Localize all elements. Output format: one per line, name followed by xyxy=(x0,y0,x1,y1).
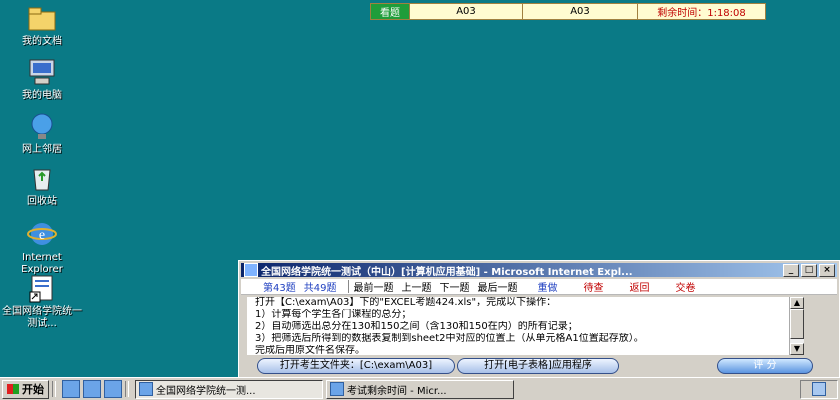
desktop-icon-label: 全国网络学院统一测试... xyxy=(2,306,82,329)
desktop-icon-label: 回收站 xyxy=(27,196,57,207)
scroll-down-arrow-icon[interactable]: ▼ xyxy=(790,343,804,355)
desktop-icon-my-documents[interactable]: 我的文档 xyxy=(2,2,82,48)
ie-icon: e xyxy=(26,218,58,250)
svg-text:e: e xyxy=(39,228,45,243)
score-button[interactable]: 评 分 xyxy=(717,358,813,374)
shortcut-icon xyxy=(26,272,58,304)
desktop-icon-internet-explorer[interactable]: e Internet Explorer xyxy=(2,218,82,276)
remaining-time: 剩余时间：1:18:08 xyxy=(657,8,746,19)
first-question-link[interactable]: 最前一题 xyxy=(353,279,393,294)
desktop-icon-exam-shortcut[interactable]: 全国网络学院统一测试... xyxy=(2,272,82,330)
view-mode-badge[interactable]: 看题 xyxy=(371,4,410,19)
start-button[interactable]: 开始 xyxy=(2,379,49,399)
taskbar-item-exam[interactable]: 全国网络学院统一测... xyxy=(135,379,323,399)
exam-id-field: A03 xyxy=(410,4,523,19)
desktop-icon-my-computer[interactable]: 我的电脑 xyxy=(2,56,82,102)
ie-window-icon xyxy=(244,263,258,277)
question-line: 1）计算每个学生各门课程的总分； xyxy=(255,309,412,320)
taskbar-item-timer[interactable]: 考试剩余时间 - Micr... xyxy=(326,379,514,399)
scroll-thumb[interactable] xyxy=(790,309,804,339)
next-question-link[interactable]: 下一题 xyxy=(439,279,469,294)
quicklaunch-explorer-icon[interactable] xyxy=(83,380,101,398)
prev-question-link[interactable]: 上一题 xyxy=(401,279,431,294)
ie-taskbar-icon xyxy=(330,382,344,396)
current-question-label: 第43题 xyxy=(263,283,296,294)
desktop-icon-label: 我的文档 xyxy=(22,36,62,47)
question-line: 2）自动筛选出总分在130和150之间（含130和150在内）的所有记录； xyxy=(255,321,578,332)
network-icon xyxy=(26,110,58,142)
open-spreadsheet-app-button[interactable]: 打开[电子表格]应用程序 xyxy=(457,358,619,374)
pending-check-link[interactable]: 待查 xyxy=(583,279,603,294)
total-questions-label: 共49题 xyxy=(303,283,337,294)
recycle-bin-icon xyxy=(26,162,58,194)
question-line: 完成后用原文件名保存。 xyxy=(255,345,365,356)
exam-status-bar: 看题 A03 A03 剩余时间：1:18:08 xyxy=(370,3,766,20)
question-content: 打开【C:\exam\A03】下的"EXCEL考题424.xls"，完成以下操作… xyxy=(247,297,799,356)
tray-network-icon[interactable] xyxy=(812,382,826,396)
redo-link[interactable]: 重做 xyxy=(537,279,557,294)
taskbar-item-label: 考试剩余时间 - Micr... xyxy=(347,385,447,397)
windows-flag-icon xyxy=(7,384,19,394)
folder-icon xyxy=(26,2,58,34)
desktop-icon-recycle-bin[interactable]: 回收站 xyxy=(2,162,82,208)
last-question-link[interactable]: 最后一题 xyxy=(477,279,517,294)
ie-taskbar-icon xyxy=(139,382,153,396)
scroll-up-arrow-icon[interactable]: ▲ xyxy=(790,297,804,309)
desktop-icon-label: 网上邻居 xyxy=(22,144,62,155)
computer-icon xyxy=(26,56,58,88)
question-line: 打开【C:\exam\A03】下的"EXCEL考题424.xls"，完成以下操作… xyxy=(255,297,557,308)
close-button[interactable]: × xyxy=(819,263,835,277)
taskbar-item-label: 全国网络学院统一测... xyxy=(156,385,256,397)
desktop-icon-network[interactable]: 网上邻居 xyxy=(2,110,82,156)
question-line: 3）把筛选后所得到的数据表复制到sheet2中对应的位置上（从单元格A1位置起存… xyxy=(255,333,644,344)
back-link[interactable]: 返回 xyxy=(629,279,649,294)
submit-exam-link[interactable]: 交卷 xyxy=(675,279,695,294)
maximize-button[interactable]: □ xyxy=(801,263,817,277)
desktop-icon-label: 我的电脑 xyxy=(22,90,62,101)
content-scrollbar[interactable]: ▲ ▼ xyxy=(789,297,804,355)
system-tray xyxy=(800,379,838,399)
quicklaunch-ie-icon[interactable] xyxy=(62,380,80,398)
exam-browser-window: 全国网络学院统一测试（中山）[计算机应用基础] - Microsoft Inte… xyxy=(238,260,840,380)
window-titlebar[interactable]: 全国网络学院统一测试（中山）[计算机应用基础] - Microsoft Inte… xyxy=(241,263,837,278)
minimize-button[interactable]: _ xyxy=(783,263,799,277)
window-title: 全国网络学院统一测试（中山）[计算机应用基础] - Microsoft Inte… xyxy=(261,266,633,278)
open-exam-folder-button[interactable]: 打开考生文件夹：[C:\exam\A03] xyxy=(257,358,455,374)
exam-folder-field: A03 xyxy=(523,4,638,19)
question-nav: 第43题 共49题 最前一题 上一题 下一题 最后一题 重做 待查 返回 交卷 xyxy=(241,279,837,295)
taskbar: 开始 全国网络学院统一测... 考试剩余时间 - Micr... xyxy=(0,377,840,400)
start-label: 开始 xyxy=(22,383,44,396)
quicklaunch-desktop-icon[interactable] xyxy=(104,380,122,398)
